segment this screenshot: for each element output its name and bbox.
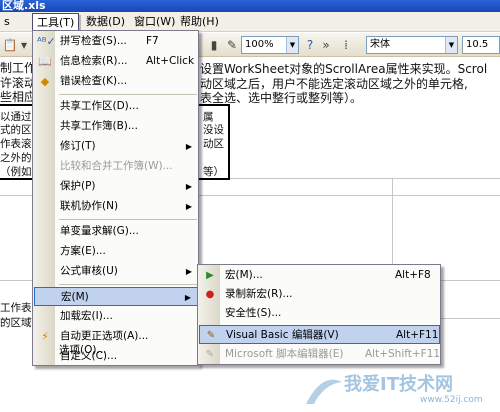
menu-item-label: 安全性(S)...	[225, 307, 282, 319]
font-name-select[interactable]: 宋体 ▼	[366, 36, 458, 54]
menu-separator	[59, 94, 197, 95]
tools-menu: ᴬᴮ✓ 拼写检查(S)... F7 📖 信息检索(R)... Alt+Click…	[32, 30, 199, 366]
zoom-select[interactable]: 100% ▼	[241, 36, 299, 54]
sheet-text-fragment: 作表滚	[0, 138, 32, 150]
submenu-item-vba-editor[interactable]: ✎ Visual Basic 编辑器(V) Alt+F11	[199, 325, 440, 344]
script-editor-icon: ✎	[205, 349, 215, 360]
menu-item-window[interactable]: 窗口(W)	[130, 14, 179, 30]
font-name-value: 宋体	[370, 39, 390, 50]
help-icon[interactable]: ?	[302, 37, 318, 53]
font-size-value: 10.5	[466, 39, 489, 50]
submenu-arrow-icon: ▶	[184, 293, 191, 302]
macro-submenu: ▶ 宏(M)... Alt+F8 ● 录制新宏(R)... 安全性(S)... …	[197, 264, 441, 365]
menu-item-label: Visual Basic 编辑器(V)	[226, 329, 339, 341]
vba-editor-icon: ✎	[206, 330, 216, 341]
zoom-value: 100%	[245, 39, 274, 50]
menu-item-spellcheck[interactable]: ᴬᴮ✓ 拼写检查(S)... F7	[34, 32, 198, 51]
sheet-text-fragment: 些相应	[0, 90, 37, 104]
menu-item-shortcut: F7	[146, 35, 159, 47]
research-icon: 📖	[38, 55, 52, 68]
title-bar: 区域.xls	[0, 0, 500, 12]
menu-item-share-workbook[interactable]: 共享工作簿(B)...	[34, 117, 198, 136]
menu-item-shortcut: Alt+F11	[396, 329, 439, 341]
menu-item-label: 信息检索(R)...	[60, 55, 128, 67]
record-icon: ●	[205, 289, 215, 300]
menu-item-label: 选项(O)...	[59, 344, 107, 356]
menu-item-formula-auditing[interactable]: 公式审核(U) ▶	[34, 262, 198, 281]
menu-item-shortcut: Alt+F8	[395, 269, 431, 281]
menu-item-label: 单变量求解(G)...	[60, 225, 139, 237]
sheet-text-fragment: 没设	[203, 124, 224, 136]
menu-item-label: 共享工作簿(B)...	[60, 120, 138, 132]
menu-item-scenarios[interactable]: 方案(E)...	[34, 242, 198, 261]
menu-item-data[interactable]: 数据(D)	[82, 14, 129, 30]
menu-item-label: 宏(M)	[61, 291, 89, 303]
menu-item-shortcut: Alt+Shift+F11	[365, 348, 441, 360]
menu-item-label: 保护(P)	[60, 180, 96, 192]
run-macro-icon: ▶	[206, 270, 214, 281]
submenu-arrow-icon: ▶	[185, 202, 192, 211]
watermark-url: www.52ij.com	[420, 395, 483, 405]
menu-item-label: Microsoft 脚本编辑器(E)	[225, 348, 344, 360]
menu-item-label: 共享工作区(D)...	[60, 100, 139, 112]
sheet-text-fragment: 的区域	[0, 317, 32, 329]
menu-item-shared-workspace[interactable]: 共享工作区(D)...	[34, 97, 198, 116]
dropdown-arrow-icon[interactable]: ▾	[16, 37, 32, 53]
menu-item-label: 方案(E)...	[60, 245, 106, 257]
menu-item-label: 加载宏(I)...	[60, 310, 113, 322]
sheet-text-fragment: （例如	[0, 166, 32, 178]
submenu-item-script-editor[interactable]: ✎ Microsoft 脚本编辑器(E) Alt+Shift+F11	[199, 345, 440, 364]
menu-item-label: 录制新宏(R)...	[225, 288, 293, 300]
menu-item-label: 拼写检查(S)...	[60, 35, 127, 47]
menu-item-label: 修订(T)	[60, 140, 96, 152]
font-dropdown-icon[interactable]: ▼	[445, 37, 457, 53]
submenu-item-record-macro[interactable]: ● 录制新宏(R)...	[199, 285, 440, 304]
menu-item-label: 错误检查(K)...	[60, 75, 128, 87]
error-check-icon: ◆	[40, 75, 50, 88]
watermark-text: 我爱IT技术网	[344, 374, 453, 395]
menu-separator	[59, 284, 197, 285]
menu-separator	[59, 219, 197, 220]
sheet-text-fragment: 式的区	[0, 124, 32, 136]
menu-item-label: 联机协作(N)	[60, 200, 119, 212]
security-icon	[202, 306, 218, 321]
menu-bar: s 工具(T) 数据(D) 窗口(W) 帮助(H)	[0, 12, 500, 32]
sheet-text-line: 表全选、选中整行或整列等）。	[200, 91, 363, 105]
menu-item-macro[interactable]: 宏(M) ▶	[34, 287, 198, 306]
menu-item-label: 比较和合并工作簿(W)...	[60, 160, 173, 172]
submenu-item-security[interactable]: 安全性(S)...	[199, 304, 440, 323]
menu-item-label: 公式审核(U)	[60, 265, 118, 277]
chart-icon[interactable]: ▮	[206, 37, 222, 53]
menu-item-shortcut: Alt+Click	[146, 55, 195, 67]
submenu-arrow-icon: ▶	[185, 267, 192, 276]
sheet-text-fragment: 动区	[203, 138, 224, 150]
watermark: 我爱IT技术网 www.52ij.com	[300, 370, 500, 412]
menu-item-edit[interactable]: s	[0, 14, 14, 30]
menu-item-protection[interactable]: 保护(P) ▶	[34, 177, 198, 196]
menu-item-compare-merge[interactable]: 比较和合并工作簿(W)...	[34, 157, 198, 176]
zoom-dropdown-icon[interactable]: ▼	[286, 37, 298, 53]
toolbar-options-icon[interactable]: »	[318, 37, 334, 53]
menu-item-online-collaboration[interactable]: 联机协作(N) ▶	[34, 197, 198, 216]
watermark-logo-icon	[306, 379, 342, 404]
sheet-text-fragment: 工作表	[0, 302, 32, 314]
menu-item-options[interactable]: 选项(O)...	[33, 341, 197, 360]
submenu-arrow-icon: ▶	[185, 182, 192, 191]
menu-item-track-changes[interactable]: 修订(T) ▶	[34, 137, 198, 156]
submenu-arrow-icon: ▶	[185, 142, 192, 151]
menu-item-label: 宏(M)...	[225, 269, 263, 281]
menu-item-help[interactable]: 帮助(H)	[176, 14, 223, 30]
format-icon[interactable]: ⁞	[338, 37, 354, 53]
sheet-text-fragment: 等）	[203, 166, 224, 178]
submenu-item-macros[interactable]: ▶ 宏(M)... Alt+F8	[199, 266, 440, 285]
sheet-text-fragment: 之外的	[0, 152, 32, 164]
window-title: 区域.xls	[2, 0, 46, 12]
drawing-icon[interactable]: ✎	[224, 37, 240, 53]
spellcheck-icon: ᴬᴮ✓	[37, 35, 56, 48]
menu-item-research[interactable]: 📖 信息检索(R)... Alt+Click	[34, 52, 198, 71]
menu-item-add-ins[interactable]: 加载宏(I)...	[34, 307, 198, 326]
font-size-select[interactable]: 10.5	[462, 36, 500, 54]
menu-item-goal-seek[interactable]: 单变量求解(G)...	[34, 222, 198, 241]
menu-item-error-check[interactable]: ◆ 错误检查(K)...	[34, 72, 198, 91]
